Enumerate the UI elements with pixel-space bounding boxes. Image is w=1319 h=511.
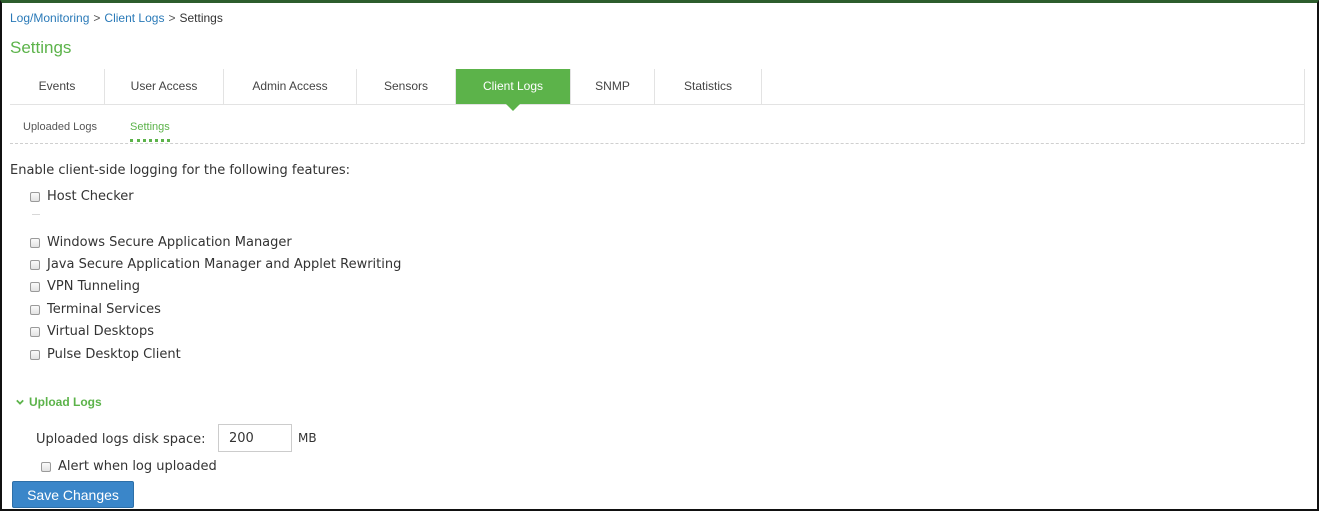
sub-tabs: Uploaded Logs Settings — [10, 115, 1304, 144]
breadcrumb-client-logs[interactable]: Client Logs — [104, 11, 164, 25]
intro-text: Enable client-side logging for the follo… — [10, 163, 351, 178]
breadcrumb: Log/Monitoring > Client Logs > Settings — [10, 11, 223, 25]
feature-jsam: Java Secure Application Manager and Appl… — [30, 257, 401, 272]
disk-space-input[interactable] — [218, 424, 292, 452]
main-tabs: Events User Access Admin Access Sensors … — [10, 69, 1304, 111]
tab-admin-access[interactable]: Admin Access — [224, 69, 357, 104]
wsam-label: Windows Secure Application Manager — [47, 235, 292, 250]
pulse-desktop-client-checkbox[interactable] — [30, 349, 40, 360]
feature-terminal-services: Terminal Services — [30, 302, 161, 317]
alert-upload-row: Alert when log uploaded — [41, 459, 217, 474]
breadcrumb-separator: > — [93, 11, 101, 25]
vpn-tunneling-label: VPN Tunneling — [47, 279, 140, 294]
breadcrumb-log-monitoring[interactable]: Log/Monitoring — [10, 11, 89, 25]
chevron-down-icon — [16, 399, 24, 405]
feature-host-checker: Host Checker — [30, 189, 134, 204]
terminal-services-checkbox[interactable] — [30, 304, 40, 315]
subtab-settings[interactable]: Settings — [130, 121, 170, 142]
tab-client-logs[interactable]: Client Logs — [456, 69, 571, 111]
tab-sensors[interactable]: Sensors — [357, 69, 456, 104]
wsam-checkbox[interactable] — [30, 237, 40, 248]
upload-logs-section-toggle[interactable]: Upload Logs — [16, 395, 102, 409]
breadcrumb-current: Settings — [179, 11, 223, 25]
page-title: Settings — [10, 38, 72, 57]
feature-wsam: Windows Secure Application Manager — [30, 235, 292, 250]
feature-virtual-desktops: Virtual Desktops — [30, 324, 154, 339]
host-checker-label: Host Checker — [47, 189, 134, 204]
alert-upload-checkbox[interactable] — [41, 461, 51, 472]
feature-vpn-tunneling: VPN Tunneling — [30, 279, 140, 294]
jsam-label: Java Secure Application Manager and Appl… — [47, 257, 402, 272]
save-changes-button[interactable]: Save Changes — [12, 481, 134, 508]
virtual-desktops-checkbox[interactable] — [30, 326, 40, 337]
upload-logs-title: Upload Logs — [29, 395, 102, 409]
host-checker-checkbox[interactable] — [30, 191, 40, 202]
divider — [32, 214, 40, 215]
disk-space-label: Uploaded logs disk space: — [36, 432, 206, 447]
pulse-desktop-client-label: Pulse Desktop Client — [47, 347, 181, 362]
tab-events[interactable]: Events — [10, 69, 105, 104]
vpn-tunneling-checkbox[interactable] — [30, 281, 40, 292]
feature-pulse-desktop-client: Pulse Desktop Client — [30, 347, 181, 362]
breadcrumb-separator: > — [168, 11, 176, 25]
tab-statistics[interactable]: Statistics — [655, 69, 762, 104]
tab-snmp[interactable]: SNMP — [571, 69, 655, 104]
subtab-uploaded-logs[interactable]: Uploaded Logs — [23, 121, 97, 133]
jsam-checkbox[interactable] — [30, 259, 40, 270]
tabs-panel: Events User Access Admin Access Sensors … — [10, 69, 1305, 144]
alert-upload-label: Alert when log uploaded — [58, 459, 217, 474]
terminal-services-label: Terminal Services — [47, 302, 161, 317]
virtual-desktops-label: Virtual Desktops — [47, 324, 154, 339]
app-frame: Log/Monitoring > Client Logs > Settings Sett… — [0, 0, 1319, 511]
tab-user-access[interactable]: User Access — [105, 69, 224, 104]
disk-space-unit: MB — [298, 431, 317, 445]
